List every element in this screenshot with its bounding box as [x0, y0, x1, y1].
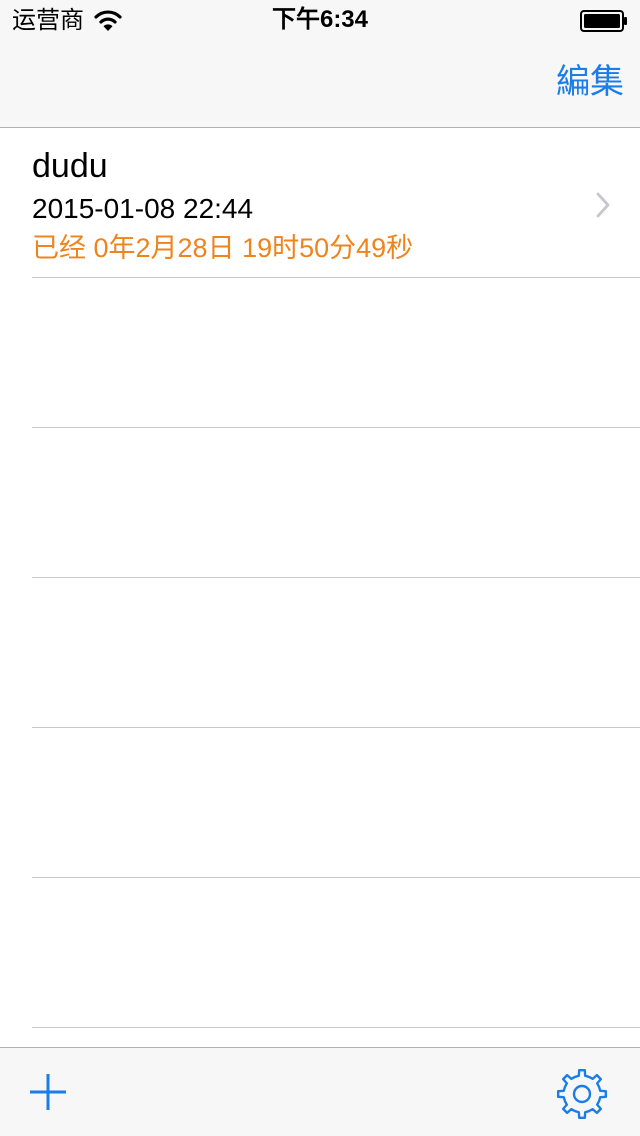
gear-icon[interactable] [556, 1068, 608, 1120]
status-bar: 运营商 下午6:34 [0, 0, 640, 40]
empty-row [0, 278, 640, 428]
empty-row [0, 878, 640, 1028]
top-bar: 运营商 下午6:34 編集 [0, 0, 640, 128]
battery-icon [580, 10, 627, 32]
bottom-toolbar [0, 1047, 640, 1136]
empty-row [0, 728, 640, 878]
chevron-right-icon [596, 192, 610, 218]
record-date: 2015-01-08 22:44 [32, 193, 254, 224]
empty-row [0, 578, 640, 728]
list-item[interactable]: dudu 2015-01-08 22:44 已经 0年2月28日 19时50分4… [0, 128, 640, 278]
plus-icon[interactable] [28, 1072, 68, 1112]
empty-row [0, 428, 640, 578]
record-title: dudu [32, 147, 108, 185]
record-elapsed: 已经 0年2月28日 19时50分49秒 [32, 233, 414, 263]
edit-button[interactable]: 編集 [556, 62, 624, 102]
record-list: dudu 2015-01-08 22:44 已经 0年2月28日 19时50分4… [0, 128, 640, 1028]
status-time: 下午6:34 [271, 6, 369, 33]
